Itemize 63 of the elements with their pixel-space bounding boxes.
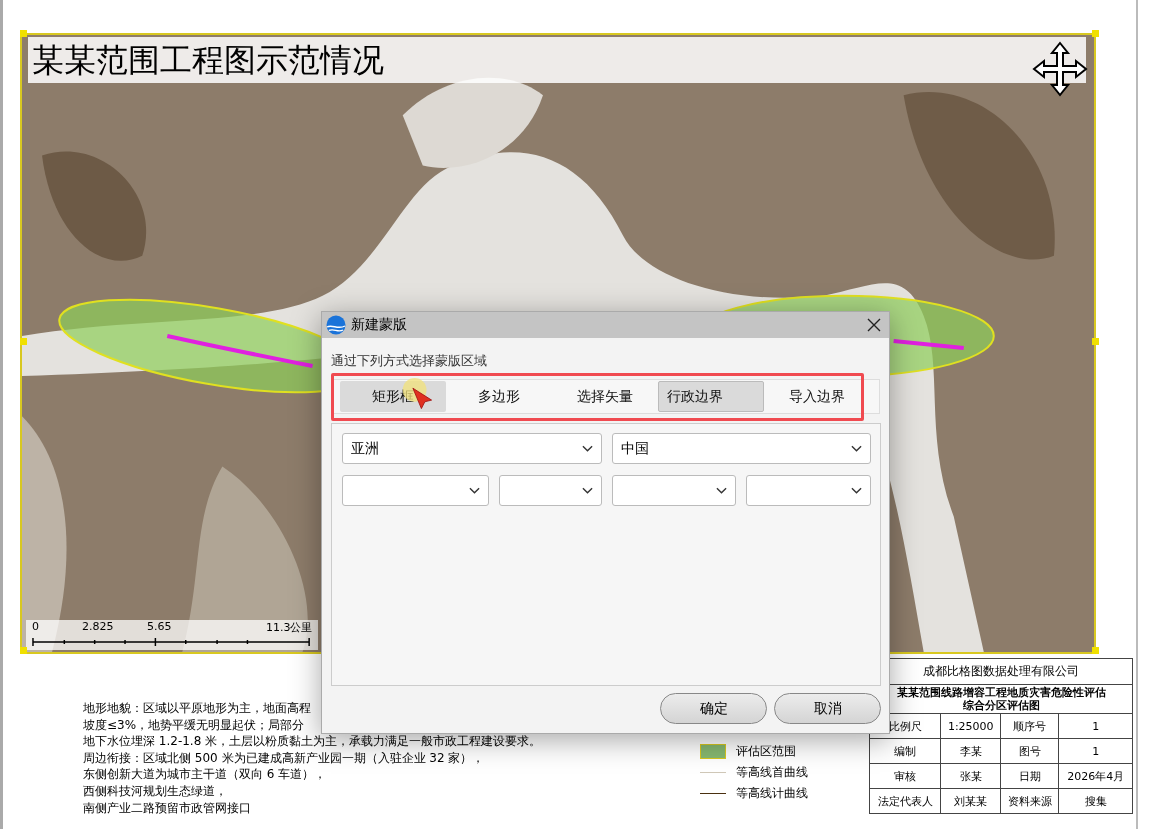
table-cell: 资料来源 <box>1000 788 1059 814</box>
chevron-down-icon <box>716 486 727 495</box>
table-cell: 顺序号 <box>1000 713 1059 739</box>
selection-handle[interactable] <box>20 30 27 37</box>
scale-label: 5.65 <box>147 620 172 633</box>
table-cell: 李某 <box>940 738 1001 764</box>
chevron-down-icon <box>851 444 862 453</box>
table-cell: 1 <box>1058 738 1133 764</box>
selection-handle[interactable] <box>1092 30 1099 37</box>
tab[interactable]: 导入边界 <box>764 381 870 412</box>
description-text: 南侧产业二路预留市政管网接口 <box>83 799 252 817</box>
table-cell: 1 <box>1058 713 1133 739</box>
legend-label: 评估区范围 <box>736 742 796 760</box>
table-cell: 1:25000 <box>940 713 1001 739</box>
table-cell: 刘某某 <box>940 788 1001 814</box>
dropdown[interactable] <box>342 475 489 506</box>
tab[interactable]: 多边形 <box>446 381 552 412</box>
description-text: 地下水位埋深 1.2-1.8 米，土层以粉质黏土为主，承载力满足一般市政工程建设要求。 <box>83 733 542 750</box>
table-cell: 审核 <box>869 763 941 789</box>
cursor-icon <box>401 378 435 412</box>
description-text: 西侧科技河规划生态绿道， <box>83 782 228 800</box>
legend-label: 等高线计曲线 <box>736 784 808 802</box>
selection-handle[interactable] <box>20 338 27 345</box>
dialog-button[interactable]: 取消 <box>774 693 881 724</box>
dialog-button[interactable]: 确定 <box>660 693 767 724</box>
instruction-text: 通过下列方式选择蒙版区域 <box>331 352 488 370</box>
table-cell: 2026年4月 <box>1058 763 1133 789</box>
selection-handle[interactable] <box>1092 647 1099 654</box>
tab[interactable]: 选择矢量 <box>552 381 658 412</box>
table-cell: 法定代表人 <box>869 788 941 814</box>
selection-handle[interactable] <box>1092 338 1099 345</box>
table-cell: 张某 <box>940 763 1001 789</box>
description-text: 坡度≤3%，地势平缓无明显起伏；局部分 <box>83 716 306 734</box>
description-text: 地形地貌：区域以平原地形为主，地面高程 <box>83 700 312 717</box>
globe-logo-icon <box>326 315 346 335</box>
table-cell: 搜集 <box>1058 788 1133 814</box>
dropdown[interactable]: 亚洲 <box>342 433 602 464</box>
tab[interactable]: 行政边界 <box>658 381 764 412</box>
pan-arrows-icon[interactable] <box>1032 41 1088 97</box>
close-icon[interactable] <box>867 318 881 332</box>
minor-contour-legend-line <box>700 771 726 773</box>
table-cell: 日期 <box>1000 763 1059 789</box>
scale-label: 2.825 <box>82 620 114 633</box>
chevron-down-icon <box>851 486 862 495</box>
dropdown[interactable]: 中国 <box>612 433 871 464</box>
dropdown[interactable] <box>746 475 871 506</box>
selection-handle[interactable] <box>20 647 27 654</box>
major-contour-legend-line <box>700 792 726 794</box>
scale-label: 0 <box>32 620 39 633</box>
dropdown[interactable] <box>499 475 602 506</box>
chevron-down-icon <box>582 444 593 453</box>
description-text: 周边衔接：区域北侧 500 米为已建成高新产业园一期（入驻企业 32 家）， <box>83 749 486 767</box>
table-cell: 编制 <box>869 738 941 764</box>
description-text: 东侧创新大道为城市主干道（双向 6 车道）， <box>83 766 328 783</box>
chevron-down-icon <box>582 486 593 495</box>
dialog-title: 新建蒙版 <box>351 316 408 334</box>
table-cell: 图号 <box>1000 738 1059 764</box>
chevron-down-icon <box>469 486 480 495</box>
map-title: 某某范围工程图示范情况 <box>28 37 1086 83</box>
legend-label: 等高线首曲线 <box>736 763 808 781</box>
scale-label: 11.3公里 <box>266 620 313 635</box>
dropdown[interactable] <box>612 475 736 506</box>
area-legend-swatch <box>700 743 726 759</box>
